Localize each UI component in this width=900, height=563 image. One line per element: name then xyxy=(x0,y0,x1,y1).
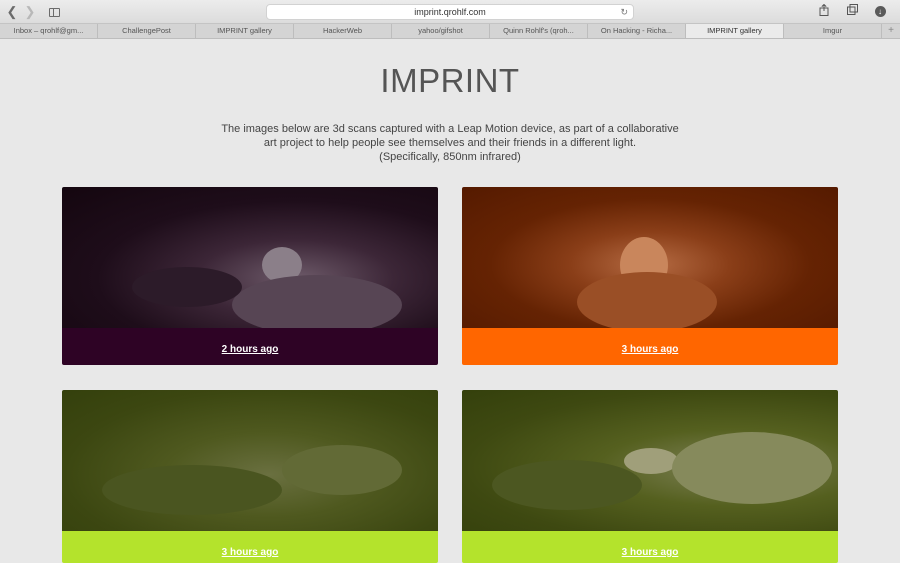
sidebar-icon xyxy=(48,8,60,17)
page-title: IMPRINT xyxy=(380,62,520,99)
tab-hackerweb[interactable]: HackerWeb xyxy=(294,24,392,38)
share-icon xyxy=(819,3,829,16)
tab-bar: Inbox – qrohlf@gm... ChallengePost IMPRI… xyxy=(0,24,900,39)
tab-quinn-rohlf[interactable]: Quinn Rohlf's (qroh... xyxy=(490,24,588,38)
tab-imprint-gallery[interactable]: IMPRINT gallery xyxy=(196,24,294,38)
url-text: imprint.qrohlf.com xyxy=(414,7,486,17)
scan-image[interactable] xyxy=(462,390,838,531)
card-footer: 3 hours ago xyxy=(462,531,838,563)
forward-button[interactable]: ❯ xyxy=(22,4,38,20)
timestamp-link[interactable]: 2 hours ago xyxy=(222,344,279,355)
tabs-overview-button[interactable] xyxy=(844,4,860,20)
plus-icon: + xyxy=(888,25,894,36)
browser-toolbar: ❮ ❯ imprint.qrohlf.com ↻ ↓ xyxy=(0,0,900,24)
tab-challengepost[interactable]: ChallengePost xyxy=(98,24,196,38)
chevron-left-icon: ❮ xyxy=(6,4,18,19)
chevron-right-icon: ❯ xyxy=(24,4,36,19)
description-line: art project to help people see themselve… xyxy=(263,137,637,149)
back-button[interactable]: ❮ xyxy=(4,4,20,20)
tabs-overview-icon xyxy=(846,4,858,15)
page-description: The images below are 3d scans captured w… xyxy=(200,122,700,164)
new-tab-button[interactable]: + xyxy=(882,24,900,38)
description-line: (Specifically, 850nm infrared) xyxy=(379,151,521,163)
sidebar-button[interactable] xyxy=(46,4,62,20)
tab-gifshot[interactable]: yahoo/gifshot xyxy=(392,24,490,38)
timestamp-link[interactable]: 3 hours ago xyxy=(222,547,279,558)
tab-imgur[interactable]: Imgur xyxy=(784,24,882,38)
description-line: The images below are 3d scans captured w… xyxy=(221,123,679,135)
card-footer: 2 hours ago xyxy=(62,328,438,365)
download-icon: ↓ xyxy=(874,6,886,17)
reload-icon[interactable]: ↻ xyxy=(620,5,628,19)
download-button[interactable]: ↓ xyxy=(872,4,888,20)
gallery-card[interactable]: 3 hours ago xyxy=(62,390,438,563)
gallery-card[interactable]: 3 hours ago xyxy=(462,187,838,365)
timestamp-link[interactable]: 3 hours ago xyxy=(622,547,679,558)
timestamp-link[interactable]: 3 hours ago xyxy=(622,344,679,355)
card-footer: 3 hours ago xyxy=(462,328,838,365)
tab-imprint-gallery-active[interactable]: IMPRINT gallery xyxy=(686,24,784,38)
scan-image[interactable] xyxy=(62,187,438,328)
scan-image[interactable] xyxy=(462,187,838,328)
gallery-card[interactable]: 2 hours ago xyxy=(62,187,438,365)
scan-image[interactable] xyxy=(62,390,438,531)
address-bar[interactable]: imprint.qrohlf.com ↻ xyxy=(266,4,634,20)
tab-inbox[interactable]: Inbox – qrohlf@gm... xyxy=(0,24,98,38)
gallery-card[interactable]: 3 hours ago xyxy=(462,390,838,563)
share-button[interactable] xyxy=(816,3,832,20)
card-footer: 3 hours ago xyxy=(62,531,438,563)
tab-on-hacking[interactable]: On Hacking - Richa... xyxy=(588,24,686,38)
